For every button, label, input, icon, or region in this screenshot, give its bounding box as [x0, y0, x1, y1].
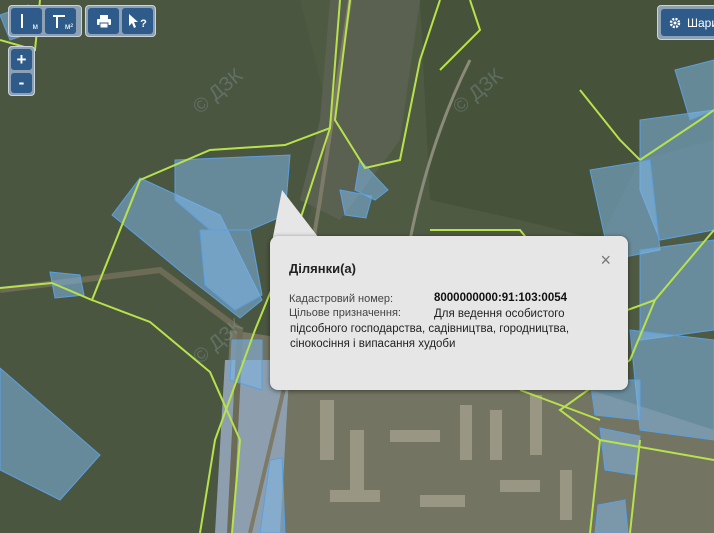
cadastral-number-label: Кадастровий номер:: [289, 293, 394, 305]
measure-length-button[interactable]: м: [11, 8, 42, 34]
printer-icon: [96, 14, 111, 28]
measure-area-button[interactable]: м²: [45, 8, 76, 34]
parcel-cluster: [629, 329, 714, 441]
zoom-out-button[interactable]: -: [11, 72, 32, 93]
layers-control: Шари: [657, 5, 714, 40]
close-icon[interactable]: ×: [600, 251, 611, 269]
cadastral-number-value: 8000000000:91:103:0054: [434, 292, 568, 304]
purpose-value: Для ведення особистого підсобного господ…: [290, 308, 570, 350]
measure-area-label: м²: [64, 22, 73, 31]
popup-title: Ділянки(а): [289, 261, 356, 276]
measure-toolbar: м м²: [8, 5, 82, 37]
measure-length-label: м: [32, 22, 39, 31]
layers-label: Шари: [687, 15, 714, 30]
gear-icon: [669, 17, 681, 28]
parcel: [594, 499, 629, 533]
zoom-control: + -: [8, 46, 35, 96]
identify-button[interactable]: ?: [122, 8, 153, 34]
cursor-icon: [129, 14, 139, 28]
identify-label: ?: [140, 18, 147, 30]
parcel-cluster: [639, 239, 714, 341]
parcel: [599, 427, 641, 476]
parcel-info-popup: Ділянки(а) × Кадастровий номер: 80000000…: [270, 236, 628, 390]
layers-button[interactable]: Шари: [661, 9, 714, 36]
print-button[interactable]: [88, 8, 119, 34]
zoom-in-button[interactable]: +: [11, 49, 32, 70]
tools-toolbar: ?: [85, 5, 156, 37]
